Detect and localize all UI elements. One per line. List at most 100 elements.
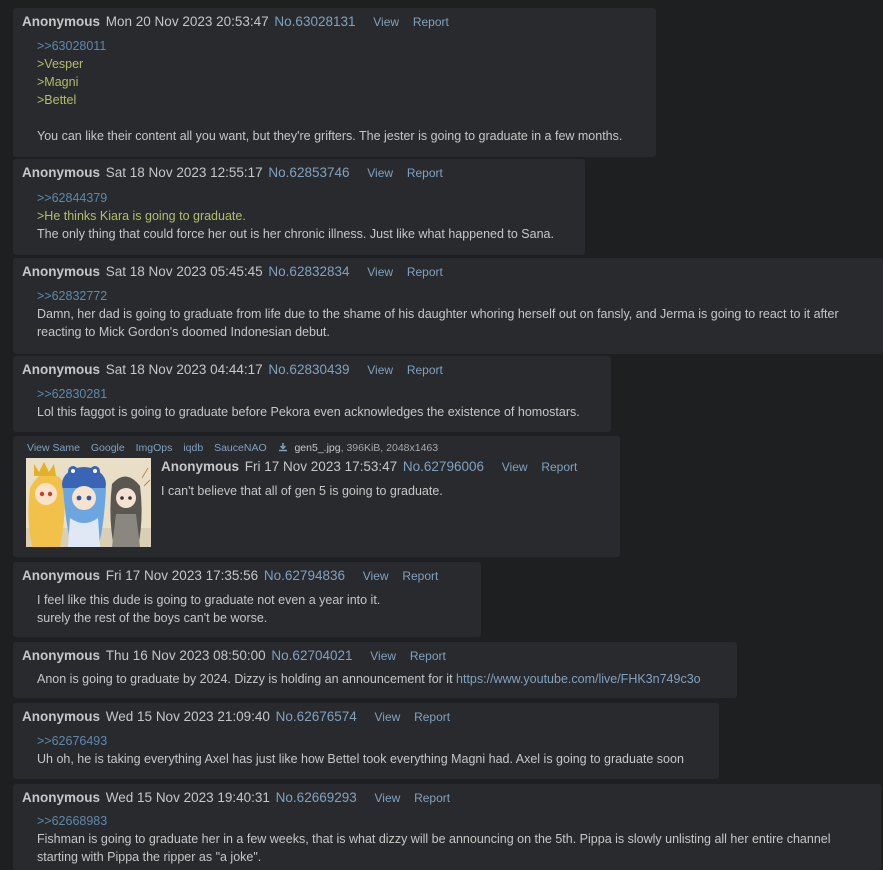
poster-name: Anonymous xyxy=(161,459,240,474)
report-link[interactable]: Report xyxy=(407,363,443,377)
view-link[interactable]: View xyxy=(367,265,393,279)
post-number[interactable]: No.62704021 xyxy=(271,648,352,663)
post-body: >>62676493 Uh oh, he is taking everythin… xyxy=(37,732,684,768)
post-header: Anonymous Thu 16 Nov 2023 08:50:00 No.62… xyxy=(22,648,446,663)
view-link[interactable]: View xyxy=(367,166,393,180)
post-header: Anonymous Wed 15 Nov 2023 21:09:40 No.62… xyxy=(22,709,450,724)
file-info-bar: View Same Google ImgOps iqdb SauceNAO ge… xyxy=(27,442,438,454)
post-number[interactable]: No.62669293 xyxy=(276,790,357,805)
post: Anonymous Wed 15 Nov 2023 19:40:31 No.62… xyxy=(13,784,881,870)
post-text: Anon is going to graduate by 2024. Dizzy… xyxy=(37,672,457,686)
post-body: >>62668983 Fishman is going to graduate … xyxy=(37,812,831,866)
poster-name: Anonymous xyxy=(22,264,101,279)
post: Anonymous Sat 18 Nov 2023 12:55:17 No.62… xyxy=(13,159,585,255)
post-header: Anonymous Mon 20 Nov 2023 20:53:47 No.63… xyxy=(22,14,449,29)
post-header: Anonymous Fri 17 Nov 2023 17:35:56 No.62… xyxy=(22,568,438,583)
report-link[interactable]: Report xyxy=(407,166,443,180)
post-body: I feel like this dude is going to gradua… xyxy=(37,591,380,627)
post-number[interactable]: No.62796006 xyxy=(403,459,484,474)
post-header: Anonymous Fri 17 Nov 2023 17:53:47 No.62… xyxy=(161,459,577,474)
report-link[interactable]: Report xyxy=(410,649,446,663)
thumbnail-image[interactable] xyxy=(26,458,151,547)
poster-name: Anonymous xyxy=(22,362,101,377)
post-number[interactable]: No.63028131 xyxy=(274,14,355,29)
post: Anonymous Fri 17 Nov 2023 17:35:56 No.62… xyxy=(13,562,481,637)
quote-link[interactable]: >>62844379 xyxy=(37,189,554,207)
post-text: You can like their content all you want,… xyxy=(37,129,623,143)
post-number[interactable]: No.62832834 xyxy=(268,264,349,279)
view-link[interactable]: View xyxy=(370,649,396,663)
report-link[interactable]: Report xyxy=(414,791,450,805)
post-text: The only thing that could force her out … xyxy=(37,227,554,241)
file-name[interactable]: gen5_.jpg xyxy=(294,442,340,454)
report-link[interactable]: Report xyxy=(414,710,450,724)
quote-link[interactable]: >>62832772 xyxy=(37,287,839,305)
post: View Same Google ImgOps iqdb SauceNAO ge… xyxy=(13,436,620,557)
poster-name: Anonymous xyxy=(22,165,101,180)
post-header: Anonymous Sat 18 Nov 2023 12:55:17 No.62… xyxy=(22,165,443,180)
post-text: Damn, her dad is going to graduate from … xyxy=(37,307,839,321)
post-header: Anonymous Sat 18 Nov 2023 04:44:17 No.62… xyxy=(22,362,443,377)
quote-link[interactable]: >>62668983 xyxy=(37,812,831,830)
view-link[interactable]: View xyxy=(502,460,528,474)
poster-name: Anonymous xyxy=(22,790,101,805)
post-number[interactable]: No.62853746 xyxy=(268,165,349,180)
view-link[interactable]: View xyxy=(375,791,401,805)
view-same-link[interactable]: View Same xyxy=(27,442,80,454)
post-date: Fri 17 Nov 2023 17:35:56 xyxy=(105,568,259,583)
report-link[interactable]: Report xyxy=(541,460,577,474)
post-date: Wed 15 Nov 2023 19:40:31 xyxy=(105,790,270,805)
post-text: Lol this faggot is going to graduate bef… xyxy=(37,405,580,419)
post-date: Sat 18 Nov 2023 12:55:17 xyxy=(105,165,263,180)
poster-name: Anonymous xyxy=(22,648,101,663)
post: Anonymous Wed 15 Nov 2023 21:09:40 No.62… xyxy=(13,703,719,779)
post-text: starting with Pippa the ripper as "a jok… xyxy=(37,850,262,864)
post: Anonymous Sat 18 Nov 2023 04:44:17 No.62… xyxy=(13,356,611,432)
post-number[interactable]: No.62794836 xyxy=(264,568,345,583)
post-body: >>63028011 >Vesper >Magni >Bettel You ca… xyxy=(37,37,622,145)
post-date: Sat 18 Nov 2023 05:45:45 xyxy=(105,264,263,279)
iqdb-link[interactable]: iqdb xyxy=(183,442,203,454)
report-link[interactable]: Report xyxy=(407,265,443,279)
post-text: I feel like this dude is going to gradua… xyxy=(37,593,381,607)
post-number[interactable]: No.62676574 xyxy=(276,709,357,724)
poster-name: Anonymous xyxy=(22,709,101,724)
post-number[interactable]: No.62830439 xyxy=(268,362,349,377)
post-date: Mon 20 Nov 2023 20:53:47 xyxy=(105,14,269,29)
greentext-line: >Magni xyxy=(37,75,79,89)
quote-link[interactable]: >>62830281 xyxy=(37,385,580,403)
saucenao-link[interactable]: SauceNAO xyxy=(214,442,267,454)
poster-name: Anonymous xyxy=(22,14,101,29)
greentext-line: >Bettel xyxy=(37,93,77,107)
post-body: Anon is going to graduate by 2024. Dizzy… xyxy=(37,670,701,688)
view-link[interactable]: View xyxy=(373,15,399,29)
post-body: >>62832772 Damn, her dad is going to gra… xyxy=(37,287,839,341)
post-date: Fri 17 Nov 2023 17:53:47 xyxy=(244,459,398,474)
poster-name: Anonymous xyxy=(22,568,101,583)
report-link[interactable]: Report xyxy=(402,569,438,583)
post-body: >>62830281 Lol this faggot is going to g… xyxy=(37,385,580,421)
post-text: surely the rest of the boys can't be wor… xyxy=(37,611,268,625)
youtube-link[interactable]: https://www.youtube.com/live/FHK3n749c3o xyxy=(456,672,701,686)
view-link[interactable]: View xyxy=(375,710,401,724)
quote-link[interactable]: >>62676493 xyxy=(37,732,684,750)
quote-link[interactable]: >>63028011 xyxy=(37,37,622,55)
post: Anonymous Sat 18 Nov 2023 05:45:45 No.62… xyxy=(13,258,883,354)
post-header: Anonymous Sat 18 Nov 2023 05:45:45 No.62… xyxy=(22,264,443,279)
post-header: Anonymous Wed 15 Nov 2023 19:40:31 No.62… xyxy=(22,790,450,805)
post-date: Wed 15 Nov 2023 21:09:40 xyxy=(105,709,270,724)
google-link[interactable]: Google xyxy=(91,442,125,454)
greentext-line: >Vesper xyxy=(37,57,84,71)
view-link[interactable]: View xyxy=(363,569,389,583)
view-link[interactable]: View xyxy=(367,363,393,377)
download-icon[interactable] xyxy=(278,442,291,454)
file-meta: , 396KiB, 2048x1463 xyxy=(340,442,439,454)
post-date: Thu 16 Nov 2023 08:50:00 xyxy=(105,648,266,663)
imgops-link[interactable]: ImgOps xyxy=(136,442,173,454)
report-link[interactable]: Report xyxy=(413,15,449,29)
post: Anonymous Mon 20 Nov 2023 20:53:47 No.63… xyxy=(13,8,656,157)
post-date: Sat 18 Nov 2023 04:44:17 xyxy=(105,362,263,377)
post-body: I can't believe that all of gen 5 is goi… xyxy=(161,482,443,500)
post-text: Uh oh, he is taking everything Axel has … xyxy=(37,752,684,766)
